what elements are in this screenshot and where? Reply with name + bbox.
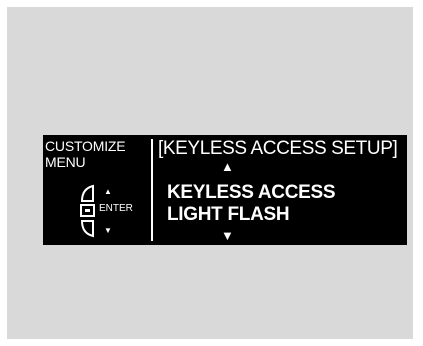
page-background: CUSTOMIZE MENU ▲ ENTER ▼ [KEYLESS ACCESS… xyxy=(7,7,413,339)
scroll-down-arrow-icon: ▼ xyxy=(221,228,234,243)
customize-menu-title: CUSTOMIZE MENU xyxy=(45,138,126,170)
enter-label: ENTER xyxy=(99,203,133,214)
option-line-1: KEYLESS ACCESS xyxy=(167,182,336,203)
divider xyxy=(151,139,153,241)
info-display: CUSTOMIZE MENU ▲ ENTER ▼ [KEYLESS ACCESS… xyxy=(43,135,407,245)
down-arrow-icon: ▼ xyxy=(104,226,112,235)
option-line-2: LIGHT FLASH xyxy=(167,204,290,225)
scroll-up-arrow-icon: ▲ xyxy=(221,159,234,174)
up-arrow-icon: ▲ xyxy=(104,187,112,196)
setup-title: [KEYLESS ACCESS SETUP] xyxy=(158,138,398,159)
selector-knob-icon[interactable] xyxy=(79,184,101,238)
